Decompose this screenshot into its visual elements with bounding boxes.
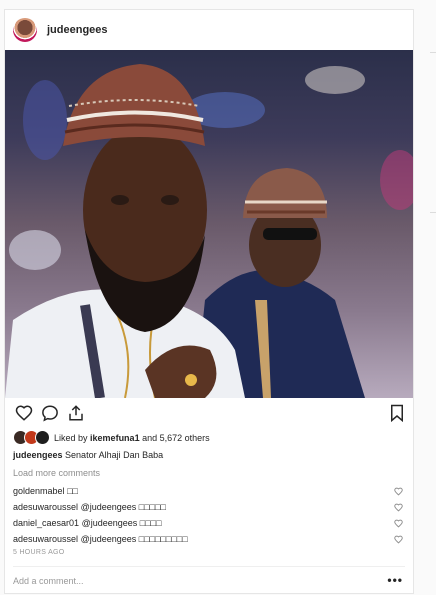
comment-username[interactable]: adesuwaroussel [13, 502, 78, 512]
bookmark-icon[interactable] [389, 404, 405, 422]
likes-user[interactable]: ikemefuna1 [90, 433, 140, 443]
action-bar [13, 404, 405, 428]
comment-username[interactable]: daniel_caesar01 [13, 518, 79, 528]
comment-heart-icon[interactable] [394, 503, 403, 512]
share-icon[interactable] [67, 404, 85, 422]
comment-heart-icon[interactable] [394, 487, 403, 496]
comment-row: daniel_caesar01 @judeengees □□□□ [13, 518, 405, 532]
comment-icon[interactable] [41, 404, 59, 422]
liker-avatar [35, 430, 50, 445]
comment-text: □□ [67, 486, 78, 496]
likes-row: Liked by ikemefuna1 and 5,672 others [13, 430, 210, 445]
sidebar-edge [430, 212, 436, 213]
load-more-comments[interactable]: Load more comments [13, 468, 100, 478]
caption: judeengees Senator Alhaji Dan Baba [13, 450, 163, 460]
photo-illustration [5, 64, 413, 398]
comment-text: @judeengees □□□□□ [80, 502, 166, 512]
post-photo[interactable] [5, 50, 413, 398]
caption-text: Senator Alhaji Dan Baba [65, 450, 164, 460]
sidebar-edge [430, 52, 436, 53]
post-username[interactable]: judeengees [47, 24, 108, 36]
avatar[interactable] [13, 18, 37, 42]
post-timestamp[interactable]: 5 HOURS AGO [13, 549, 65, 556]
more-options-icon[interactable]: ••• [387, 573, 403, 587]
likes-text[interactable]: Liked by ikemefuna1 and 5,672 others [54, 433, 210, 443]
add-comment-input[interactable]: Add a comment... [13, 576, 84, 586]
comment-text: @judeengees □□□□ [81, 518, 162, 528]
comment-text: @judeengees □□□□□□□□□ [80, 534, 188, 544]
likes-suffix[interactable]: and 5,672 others [142, 433, 210, 443]
post-header: judeengees [5, 10, 413, 50]
comment-row: goldenmabel □□ [13, 486, 405, 500]
heart-icon[interactable] [15, 404, 33, 422]
divider [13, 566, 405, 567]
post-card: judeengees Liked by ikemefuna1 and 5,672… [4, 9, 414, 594]
comment-username[interactable]: goldenmabel [13, 486, 65, 496]
comment-username[interactable]: adesuwaroussel [13, 534, 78, 544]
caption-username[interactable]: judeengees [13, 450, 63, 460]
comment-row: adesuwaroussel @judeengees □□□□□ [13, 502, 405, 516]
likes-prefix: Liked by [54, 432, 88, 443]
comment-heart-icon[interactable] [394, 519, 403, 528]
comment-heart-icon[interactable] [394, 535, 403, 544]
comment-row: adesuwaroussel @judeengees □□□□□□□□□ [13, 534, 405, 548]
